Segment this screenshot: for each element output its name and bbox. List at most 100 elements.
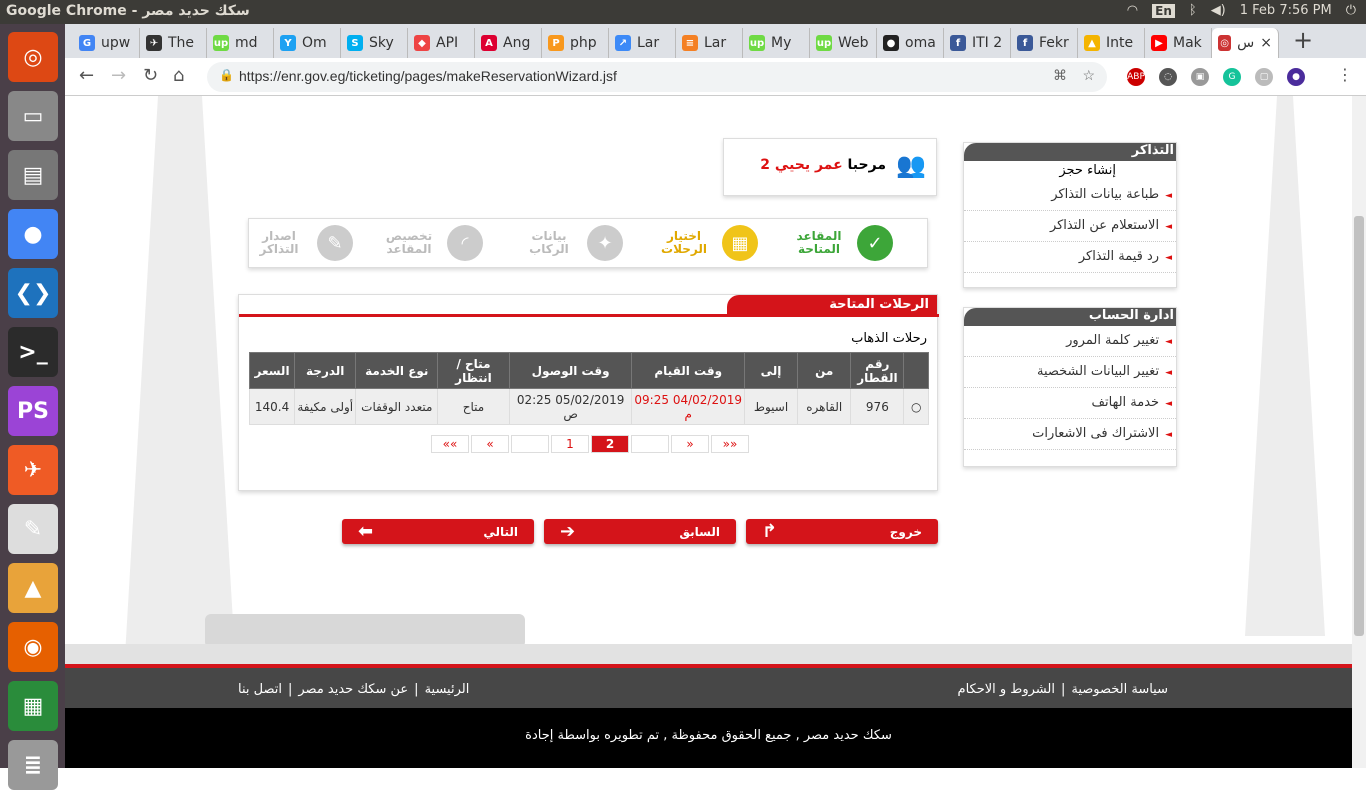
price: 140.4 xyxy=(248,388,296,425)
ext-circle-icon[interactable]: ◌ xyxy=(1159,68,1177,86)
wifi-icon[interactable]: ◠ xyxy=(1127,3,1138,18)
wizard-steps: ✓ المقاعد المتاحة ▦ اختيار الرحلات ✦ بيانات ا… xyxy=(248,218,928,268)
reload-icon[interactable]: ↻ xyxy=(143,65,158,86)
bullet-arrow-icon: ◄ xyxy=(1165,191,1172,201)
page-link[interactable]: «« xyxy=(431,435,469,453)
ext-box-icon[interactable]: ▢ xyxy=(1255,68,1273,86)
grammarly-icon[interactable]: G xyxy=(1223,68,1241,86)
browser-tab[interactable]: Pphp xyxy=(542,28,609,58)
previous-button[interactable]: السابق ➔ xyxy=(544,519,736,544)
pagination: «« « 1 2 »»» xyxy=(431,435,749,453)
create-reservation-link[interactable]: إنشاء حجز xyxy=(964,161,1176,180)
url-bar[interactable]: 🔒 https://enr.gov.eg/ticketing/pages/mak… xyxy=(207,62,1107,92)
browser-tab[interactable]: ≡ Lar xyxy=(676,28,743,58)
browser-tab[interactable]: A Ang xyxy=(475,28,542,58)
page-link[interactable] xyxy=(511,435,549,453)
bookmark-star-icon[interactable]: ☆ xyxy=(1082,67,1095,84)
scrollbar-thumb[interactable] xyxy=(1354,216,1364,636)
tab-label: Ang xyxy=(503,35,531,51)
browser-tab[interactable]: up My xyxy=(743,28,810,58)
browser-tab[interactable]: Gupw xyxy=(73,28,140,58)
volume-icon[interactable]: ◀) xyxy=(1211,3,1226,18)
trips-subtitle: رحلات الذهاب xyxy=(851,331,927,346)
page-link[interactable]: « xyxy=(471,435,509,453)
browser-tab[interactable]: ◎ س × xyxy=(1212,28,1279,58)
phpstorm-icon[interactable]: PS xyxy=(8,386,58,436)
forward-icon[interactable]: → xyxy=(111,65,126,86)
browser-tab[interactable]: up Web xyxy=(810,28,877,58)
keyboard-indicator[interactable]: En xyxy=(1152,3,1175,18)
back-icon[interactable]: ← xyxy=(79,65,94,86)
page-link[interactable]: » xyxy=(671,435,709,453)
footer-link[interactable]: اتصل بنا xyxy=(238,682,282,697)
browser-tab[interactable]: S Sky xyxy=(341,28,408,58)
arrive-time: 05/02/2019 02:25 ص xyxy=(508,388,633,425)
files-drive-icon[interactable]: ▭ xyxy=(8,91,58,141)
new-tab-button[interactable]: + xyxy=(1293,26,1313,54)
tickets-menu-item[interactable]: ◄ الاستعلام عن التذاكر xyxy=(964,211,1176,242)
account-menu-item[interactable]: ◄ الاشتراك فى الاشعارات xyxy=(964,419,1176,450)
footer-link[interactable]: الشروط و الاحكام xyxy=(958,682,1055,697)
browser-tab[interactable]: f Fekr xyxy=(1011,28,1078,58)
bluetooth-icon[interactable]: ᛒ xyxy=(1189,3,1197,18)
bullet-arrow-icon: ◄ xyxy=(1165,399,1172,409)
page-link[interactable]: »» xyxy=(711,435,749,453)
tickets-menu-item-label: رد قيمة التذاكر xyxy=(1078,249,1160,264)
vscode-icon[interactable]: ❮❯ xyxy=(8,268,58,318)
home-icon[interactable]: ⌂ xyxy=(173,65,184,86)
browser-tab[interactable]: f ITI 2 xyxy=(944,28,1011,58)
ubuntu-icon[interactable]: ◎ xyxy=(8,32,58,82)
footer-link[interactable]: سياسة الخصوصية xyxy=(1071,682,1168,697)
page-link[interactable]: 1 xyxy=(551,435,589,453)
page-link[interactable] xyxy=(631,435,669,453)
postman-icon[interactable]: ✈ xyxy=(8,445,58,495)
tab-favicon-icon: Y xyxy=(280,35,296,51)
file-manager-icon[interactable]: ▤ xyxy=(8,150,58,200)
exit-button[interactable]: خروج ↱ xyxy=(746,519,938,544)
tab-label: Fekr xyxy=(1039,35,1069,51)
account-menu-item[interactable]: ◄ خدمة الهاتف xyxy=(964,388,1176,419)
browser-tab[interactable]: ● oma xyxy=(877,28,944,58)
presentation-icon[interactable]: ▲ xyxy=(8,563,58,613)
browser-tab[interactable]: Y Om xyxy=(274,28,341,58)
browser-tab[interactable]: up md xyxy=(207,28,274,58)
account-menu-item[interactable]: ◄ تغيير كلمة المرور xyxy=(964,326,1176,357)
trip-radio[interactable]: ○ xyxy=(911,400,921,414)
browser-tab[interactable]: ◆ API xyxy=(408,28,475,58)
account-menu-item-label: الاشتراك فى الاشعارات xyxy=(1032,426,1160,441)
browser-tab[interactable]: ▲ Inte xyxy=(1078,28,1145,58)
step-pending-icon: ✦ xyxy=(587,225,623,261)
tab-label: Om xyxy=(302,35,327,51)
account-menu-item[interactable]: ◄ تغيير البيانات الشخصية xyxy=(964,357,1176,388)
cairo-tower-decoration xyxy=(125,96,235,656)
class-type: أولى مكيفة xyxy=(294,388,357,425)
account-menu-title: ادارة الحساب xyxy=(964,308,1176,326)
clock[interactable]: 1 Feb 7:56 PM xyxy=(1240,3,1332,18)
browser-tab[interactable]: ✈ The xyxy=(140,28,207,58)
tab-close-icon[interactable]: × xyxy=(1260,35,1272,51)
next-button[interactable]: التالي ⬅ xyxy=(342,519,534,544)
profile-icon[interactable]: ● xyxy=(1287,68,1305,86)
ext-robot-icon[interactable]: ▣ xyxy=(1191,68,1209,86)
text-editor-icon[interactable]: ✎ xyxy=(8,504,58,554)
table-row[interactable]: ○ 976 القاهره اسيوط 04/02/2019 09:25 م 05/02/… xyxy=(248,388,929,425)
translate-icon[interactable]: ⌘ xyxy=(1053,67,1067,84)
terminal-icon[interactable]: >_ xyxy=(8,327,58,377)
browser-tab[interactable]: ▶ Mak xyxy=(1145,28,1212,58)
tickets-menu-item[interactable]: ◄ رد قيمة التذاكر xyxy=(964,242,1176,273)
footer-link[interactable]: عن سكك حديد مصر xyxy=(298,682,408,697)
spreadsheet-icon[interactable]: ▦ xyxy=(8,681,58,731)
page-link[interactable]: 2 xyxy=(591,435,629,453)
user-name: عمر يحيي 2 xyxy=(760,157,843,173)
tickets-menu-item[interactable]: ◄ طباعة بيانات التذاكر xyxy=(964,180,1176,211)
table-header: الدرجة xyxy=(294,352,357,389)
power-icon[interactable]: ⏻ xyxy=(1346,3,1356,18)
chrome-icon[interactable]: ● xyxy=(8,209,58,259)
footer-link[interactable]: الرئيسية xyxy=(425,682,470,697)
browser-tab[interactable]: ↗ Lar xyxy=(609,28,676,58)
menu-icon[interactable]: ⋮ xyxy=(1337,65,1353,84)
workspaces-icon[interactable]: ≣ xyxy=(8,740,58,790)
page-scrollbar[interactable] xyxy=(1352,96,1366,768)
firefox-icon[interactable]: ◉ xyxy=(8,622,58,672)
abp-icon[interactable]: ABP xyxy=(1127,68,1145,86)
